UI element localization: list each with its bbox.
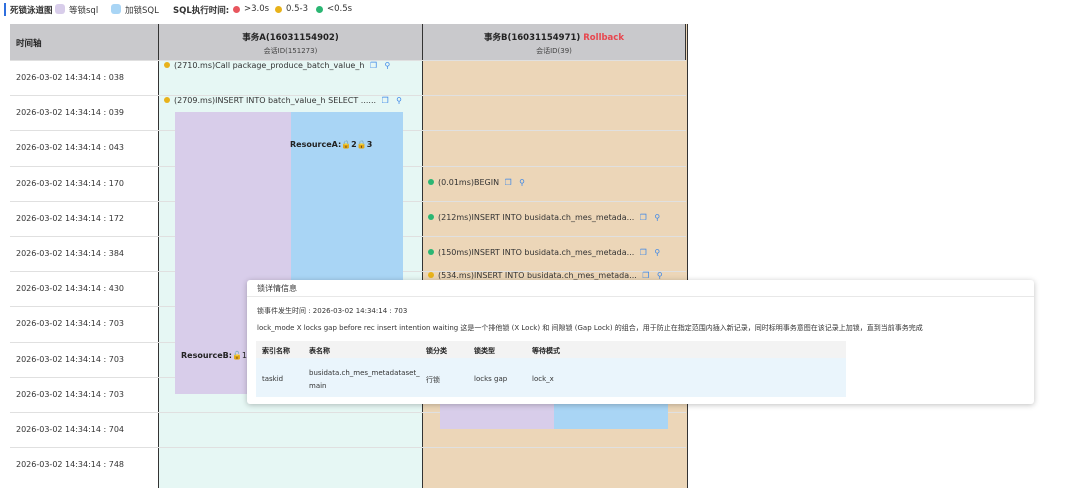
red-dot-icon (233, 6, 240, 13)
lock-detail-popup: 锁详情信息 锁事件发生时间 : 2026-03-02 14:34:14 : 70… (247, 280, 1034, 404)
tx-a-header: 事务A(16031154902) 会话ID(151273) (158, 24, 422, 60)
resource-a-label: ResourceA:🔒2🔒3 (290, 140, 373, 149)
row-divider (10, 447, 686, 448)
timestamp: 2026-03-02 14:34:14 : 172 (16, 214, 125, 223)
resource-b-label: ResourceB:🔓1 (181, 351, 248, 360)
tx-a-title: 事务A(16031154902) (242, 33, 339, 43)
sql-b-row-3[interactable]: (150ms)INSERT INTO busidata.ch_mes_metad… (428, 247, 662, 259)
popup-divider (247, 296, 1034, 297)
sql-a-row-1[interactable]: (2710.ms)Call package_produce_batch_valu… (164, 60, 392, 72)
timestamp: 2026-03-02 14:34:14 : 703 (16, 355, 125, 364)
popup-title: 锁详情信息 (257, 284, 297, 293)
timestamp: 2026-03-02 14:34:14 : 703 (16, 390, 125, 399)
sql-b-row-2[interactable]: (212ms)INSERT INTO busidata.ch_mes_metad… (428, 212, 662, 224)
hold-lock-block-a (291, 112, 403, 282)
yellow-dot-icon (428, 272, 434, 278)
wait-swatch (55, 4, 65, 14)
search-icon[interactable]: ⚲ (652, 212, 662, 224)
exec-time-label: SQL执行时间: (173, 6, 230, 16)
lock-type-cell: locks gap (474, 375, 508, 383)
legend-accent (4, 3, 6, 16)
lock-event-time: 锁事件发生时间 : 2026-03-02 14:34:14 : 703 (257, 307, 408, 315)
wait-label: 等锁sql (69, 6, 99, 16)
sql-a-row-2[interactable]: (2709.ms)INSERT INTO batch_value_h SELEC… (164, 95, 404, 107)
timestamp: 2026-03-02 14:34:14 : 043 (16, 143, 125, 152)
copy-icon[interactable]: ❐ (638, 247, 648, 259)
table-header: 索引名称 表名称 锁分类 锁类型 等待模式 (256, 341, 846, 358)
yellow-dot-icon (275, 6, 282, 13)
search-icon[interactable]: ⚲ (517, 177, 527, 189)
timestamp: 2026-03-02 14:34:14 : 384 (16, 249, 125, 258)
threshold-low: <0.5s (327, 4, 353, 14)
green-dot-icon (428, 214, 434, 220)
table-row: taskid busidata.ch_mes_metadataset_main … (256, 358, 846, 397)
tx-b-session: 会话ID(39) (536, 47, 572, 55)
lock-swatch (111, 4, 121, 14)
lane-header: 时间轴 事务A(16031154902) 会话ID(151273) 事务B(16… (10, 24, 686, 60)
yellow-dot-icon (164, 62, 170, 68)
green-dot-icon (428, 249, 434, 255)
lock-detail-table: 索引名称 表名称 锁分类 锁类型 等待模式 taskid busidata.ch… (256, 341, 846, 397)
tx-b-header: 事务B(16031154971) Rollback 会话ID(39) (422, 24, 686, 60)
green-dot-icon (428, 179, 434, 185)
unlock-icon: 🔓 (231, 351, 242, 360)
lock-class-cell: 行锁 (426, 376, 440, 384)
legend-bar: 死锁泳道图 等锁sql 加锁SQL SQL执行时间: >3.0s 0.5-3 <… (0, 0, 1080, 20)
time-axis-header: 时间轴 (16, 39, 42, 49)
rollback-badge: Rollback (583, 33, 624, 43)
table-name-cell: busidata.ch_mes_metadataset_main (309, 369, 420, 390)
timestamp: 2026-03-02 14:34:14 : 430 (16, 284, 125, 293)
wait-mode-cell: lock_x (532, 375, 554, 383)
search-icon[interactable]: ⚲ (652, 247, 662, 259)
search-icon[interactable]: ⚲ (394, 95, 404, 107)
search-icon[interactable]: ⚲ (382, 60, 392, 72)
timestamp: 2026-03-02 14:34:14 : 704 (16, 425, 125, 434)
copy-icon[interactable]: ❐ (380, 95, 390, 107)
timestamp: 2026-03-02 14:34:14 : 170 (16, 179, 125, 188)
legend-title: 死锁泳道图 (10, 6, 53, 16)
copy-icon[interactable]: ❐ (638, 212, 648, 224)
tx-a-session: 会话ID(151273) (263, 47, 318, 55)
green-dot-icon (316, 6, 323, 13)
timestamp: 2026-03-02 14:34:14 : 039 (16, 108, 125, 117)
timestamp: 2026-03-02 14:34:14 : 748 (16, 460, 125, 469)
yellow-dot-icon (164, 97, 170, 103)
index-name-cell: taskid (262, 375, 284, 383)
lock-description: lock_mode X locks gap before rec insert … (257, 324, 923, 332)
lock-icon: 🔒 (341, 140, 352, 149)
tx-b-title-line: 事务B(16031154971) Rollback (423, 31, 685, 43)
timestamp: 2026-03-02 14:34:14 : 038 (16, 73, 125, 82)
copy-icon[interactable]: ❐ (368, 60, 378, 72)
copy-icon[interactable]: ❐ (503, 177, 513, 189)
lock-label: 加锁SQL (125, 6, 159, 16)
threshold-mid: 0.5-3 (286, 4, 308, 14)
swimlane-grid: 时间轴 事务A(16031154902) 会话ID(151273) 事务B(16… (10, 24, 688, 488)
timestamp: 2026-03-02 14:34:14 : 703 (16, 319, 125, 328)
tx-b-title: 事务B(16031154971) (483, 33, 581, 43)
threshold-high: >3.0s (244, 4, 270, 14)
sql-b-row-1[interactable]: (0.01ms)BEGIN ❐ ⚲ (428, 177, 527, 189)
lock-icon: 🔒 (356, 140, 367, 149)
